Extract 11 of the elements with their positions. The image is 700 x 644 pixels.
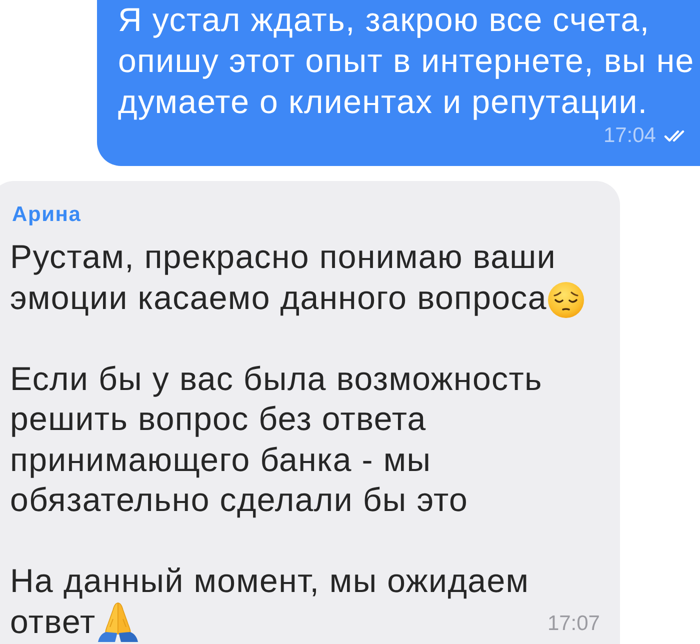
message-text: Если бы у вас была возможность решить вопрос без ответа принимающего банка - мы обязательно сделали бы это	[10, 360, 542, 518]
pensive-face-icon	[548, 282, 584, 318]
message-time: 17:04	[603, 125, 656, 147]
message-text: эмоции касаемо данного вопроса	[10, 278, 547, 318]
message-text: Рустам, прекрасно понимаю ваши	[10, 237, 557, 277]
message-text: Я устал ждать, закрою все счета, опишу этот опыт в интернете, вы не думаете о клиентах и репутации.	[118, 1, 694, 120]
message-text: На данный момент, мы ожидаем	[10, 561, 530, 601]
message-text: ответ	[10, 602, 96, 642]
folded-hands-icon	[96, 602, 139, 642]
message-time: 17:07	[547, 611, 600, 637]
sender-name: Арина	[12, 202, 82, 227]
